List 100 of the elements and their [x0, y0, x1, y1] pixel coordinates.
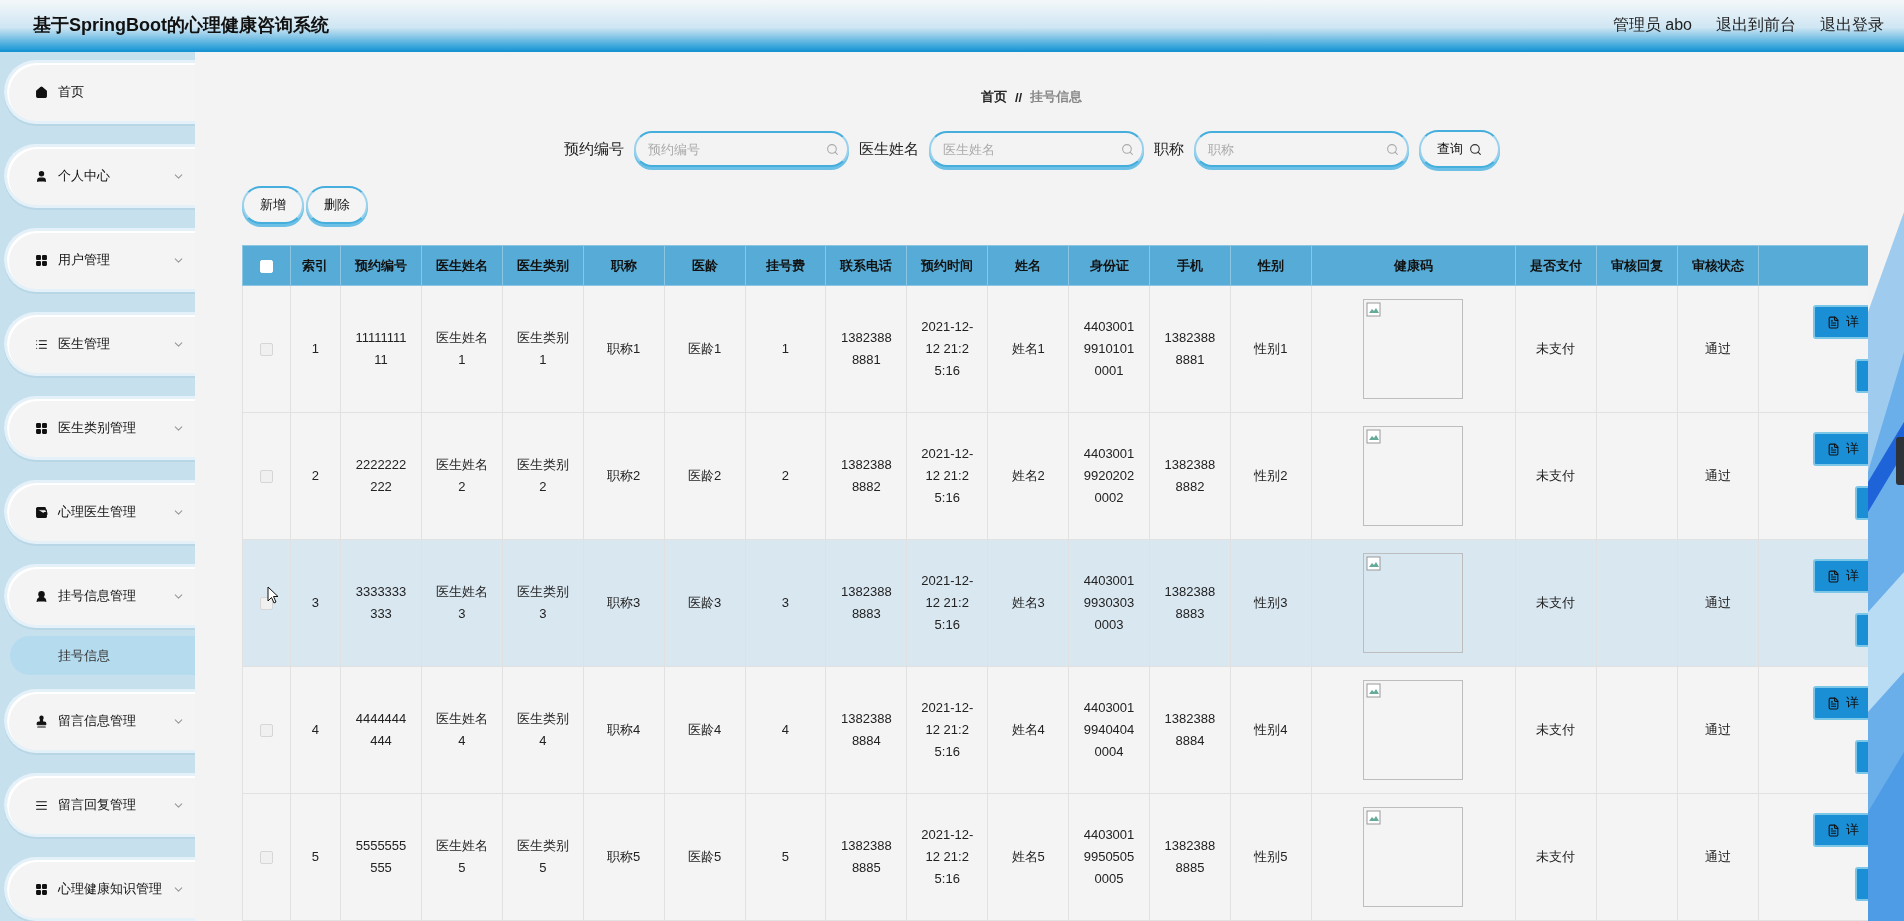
sidebar-item[interactable]: 用户管理 — [4, 228, 195, 292]
table-cell: 13823888882 — [825, 412, 907, 540]
header-link[interactable]: 退出到前台 — [1716, 14, 1796, 36]
table-cell: 医生姓名3 — [421, 539, 503, 667]
table-cell: 未支付 — [1515, 539, 1597, 667]
table-cell: 职称1 — [583, 285, 665, 413]
table-cell: 性别4 — [1230, 666, 1312, 794]
column-header: 健康码 — [1311, 245, 1516, 286]
table-cell: 440300199303030003 — [1068, 539, 1150, 667]
column-header: 审核状态 — [1677, 245, 1759, 286]
header-link[interactable]: 退出登录 — [1820, 14, 1884, 36]
search-button[interactable]: 查询 — [1418, 130, 1500, 168]
table-row[interactable]: 2 2222222222 医生姓名2 医生类别2 职称2 医龄2 2 13823888882 2021-12-12 21:25:16 姓名2 440300199202020002 13823888882 性别2 未支付 通过 详 — [242, 412, 1868, 540]
table-cell: 姓名4 — [987, 666, 1069, 794]
table-cell: 13823888881 — [825, 285, 907, 413]
table-row[interactable]: 4 4444444444 医生姓名4 医生类别4 职称4 医龄4 4 13823888884 2021-12-12 21:25:16 姓名4 440300199404040004 13823888884 性别4 未支付 通过 详 — [242, 666, 1868, 794]
table-cell: 医生姓名2 — [421, 412, 503, 540]
table-cell: 医生类别3 — [502, 539, 584, 667]
field-label: 医生姓名 — [858, 139, 919, 159]
column-header: 挂号费 — [745, 245, 826, 286]
table-cell: 2222222222 — [340, 412, 422, 540]
sidebar-item[interactable]: 留言回复管理 — [4, 773, 195, 837]
table-cell: 440300199505050005 — [1068, 793, 1150, 921]
column-header: 姓名 — [987, 245, 1069, 286]
table-cell: 医龄2 — [664, 412, 745, 540]
table-cell: 4444444444 — [340, 666, 422, 794]
sidebar-item[interactable]: 留言信息管理 — [4, 689, 195, 753]
search-field[interactable]: 医生姓名 — [928, 131, 1144, 167]
table-cell: 姓名3 — [987, 539, 1069, 667]
detail-button[interactable]: 详 — [1812, 432, 1868, 466]
table-cell: 13823888882 — [1149, 412, 1231, 540]
table-cell: 医龄5 — [664, 793, 745, 921]
column-header: 医龄 — [664, 245, 745, 286]
table-cell: 13823888883 — [1149, 539, 1231, 667]
sidebar-item[interactable]: 医生类别管理 — [4, 396, 195, 460]
column-header: 医生姓名 — [421, 245, 503, 286]
detail-button[interactable]: 详 — [1812, 813, 1868, 847]
breadcrumb-separator: // — [1014, 89, 1023, 105]
breadcrumb-link[interactable]: 首页 — [980, 88, 1007, 106]
table-cell: 姓名1 — [987, 285, 1069, 413]
table-cell: 2021-12-12 21:25:16 — [906, 793, 988, 921]
table-cell: 2021-12-12 21:25:16 — [906, 285, 988, 413]
table-cell: 姓名5 — [987, 793, 1069, 921]
column-header: 联系电话 — [825, 245, 907, 286]
table-cell: 未支付 — [1515, 666, 1597, 794]
table-cell: 医龄1 — [664, 285, 745, 413]
table-cell: 2021-12-12 21:25:16 — [906, 412, 988, 540]
sidebar-item[interactable]: 个人中心 — [4, 144, 195, 208]
detail-button[interactable]: 详 — [1812, 559, 1868, 593]
table-cell: 1 — [290, 285, 341, 413]
column-header: 索引 — [290, 245, 341, 286]
table-cell: 5555555555 — [340, 793, 422, 921]
table-cell: 医生类别5 — [502, 793, 584, 921]
search-field[interactable]: 职称 — [1193, 131, 1409, 167]
table-cell: 2 — [745, 412, 826, 540]
table-cell: 性别1 — [1230, 285, 1312, 413]
table-cell: 性别5 — [1230, 793, 1312, 921]
detail-button[interactable]: 详 — [1812, 686, 1868, 720]
table-cell: 职称5 — [583, 793, 665, 921]
table-cell: 医生类别1 — [502, 285, 584, 413]
table-cell: 4 — [290, 666, 341, 794]
column-header: 审核回复 — [1596, 245, 1678, 286]
field-label: 职称 — [1153, 139, 1184, 159]
table-cell: 13823888883 — [825, 539, 907, 667]
sidebar-item[interactable]: 心理健康知识管理 — [4, 857, 195, 921]
table-cell: 3 — [290, 539, 341, 667]
sidebar-item[interactable]: 医生管理 — [4, 312, 195, 376]
table-cell: 4 — [745, 666, 826, 794]
sidebar-item[interactable]: 挂号信息管理 — [4, 564, 195, 628]
table-row[interactable]: 5 5555555555 医生姓名5 医生类别5 职称5 医龄5 5 13823888885 2021-12-12 21:25:16 姓名5 440300199505050005 13823888885 性别5 未支付 通过 详 — [242, 793, 1868, 921]
table-cell: 职称4 — [583, 666, 665, 794]
sidebar-item[interactable]: 首页 — [4, 60, 195, 124]
table-cell: 13823888884 — [1149, 666, 1231, 794]
detail-button[interactable]: 详 — [1812, 305, 1868, 339]
sidebar-item[interactable]: 心理医生管理 — [4, 480, 195, 544]
table-cell: 440300199404040004 — [1068, 666, 1150, 794]
table-cell: 5 — [745, 793, 826, 921]
table-cell: 职称3 — [583, 539, 665, 667]
table-cell: 未支付 — [1515, 412, 1597, 540]
action-button[interactable]: 删除 — [306, 186, 368, 224]
action-button[interactable]: 新增 — [242, 186, 304, 224]
table-cell: 2 — [290, 412, 341, 540]
table-row[interactable]: 3 3333333333 医生姓名3 医生类别3 职称3 医龄3 3 13823888883 2021-12-12 21:25:16 姓名3 440300199303030003 13823888883 性别3 未支付 通过 详 — [242, 539, 1868, 667]
column-header: 预约时间 — [906, 245, 988, 286]
column-header: 性别 — [1230, 245, 1312, 286]
submenu-item[interactable]: 挂号信息 — [10, 636, 195, 675]
app-title: 基于SpringBoot的心理健康咨询系统 — [33, 14, 330, 37]
table-cell: 2021-12-12 21:25:16 — [906, 539, 988, 667]
table-cell: 13823888881 — [1149, 285, 1231, 413]
user-name: 管理员 abo — [1612, 14, 1692, 35]
table-row[interactable]: 1 1111111111 医生姓名1 医生类别1 职称1 医龄1 1 13823888881 2021-12-12 21:25:16 姓名1 440300199101010001 13823888881 性别1 未支付 通过 详 — [242, 285, 1868, 413]
table-cell: 440300199101010001 — [1068, 285, 1150, 413]
table-cell: 3333333333 — [340, 539, 422, 667]
column-header: 是否支付 — [1515, 245, 1597, 286]
table-cell: 5 — [290, 793, 341, 921]
table-cell: 医龄4 — [664, 666, 745, 794]
table-cell: 性别2 — [1230, 412, 1312, 540]
search-field[interactable]: 预约编号 — [633, 131, 849, 167]
table-cell: 440300199202020002 — [1068, 412, 1150, 540]
table-cell: 通过 — [1677, 539, 1759, 667]
